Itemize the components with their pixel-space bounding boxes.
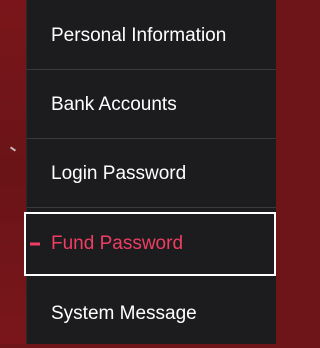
account-settings-menu: Personal Information Bank Accounts Login… [24,0,276,344]
menu-item-label: Login Password [51,162,187,184]
menu-item-login-password[interactable]: Login Password [27,140,276,208]
menu-item-label: Bank Accounts [51,93,177,115]
menu-item-personal-information[interactable]: Personal Information [27,2,276,70]
left-background-panel [0,0,26,344]
menu-item-label: Fund Password [51,233,184,254]
menu-item-system-message[interactable]: System Message [27,280,276,348]
decorative-mark [9,146,17,152]
menu-item-label: System Message [51,303,197,324]
menu-item-fund-password[interactable]: Fund Password [24,212,276,276]
menu-item-label: Personal Information [51,24,227,46]
menu-item-bank-accounts[interactable]: Bank Accounts [27,71,276,139]
active-indicator [30,242,40,246]
